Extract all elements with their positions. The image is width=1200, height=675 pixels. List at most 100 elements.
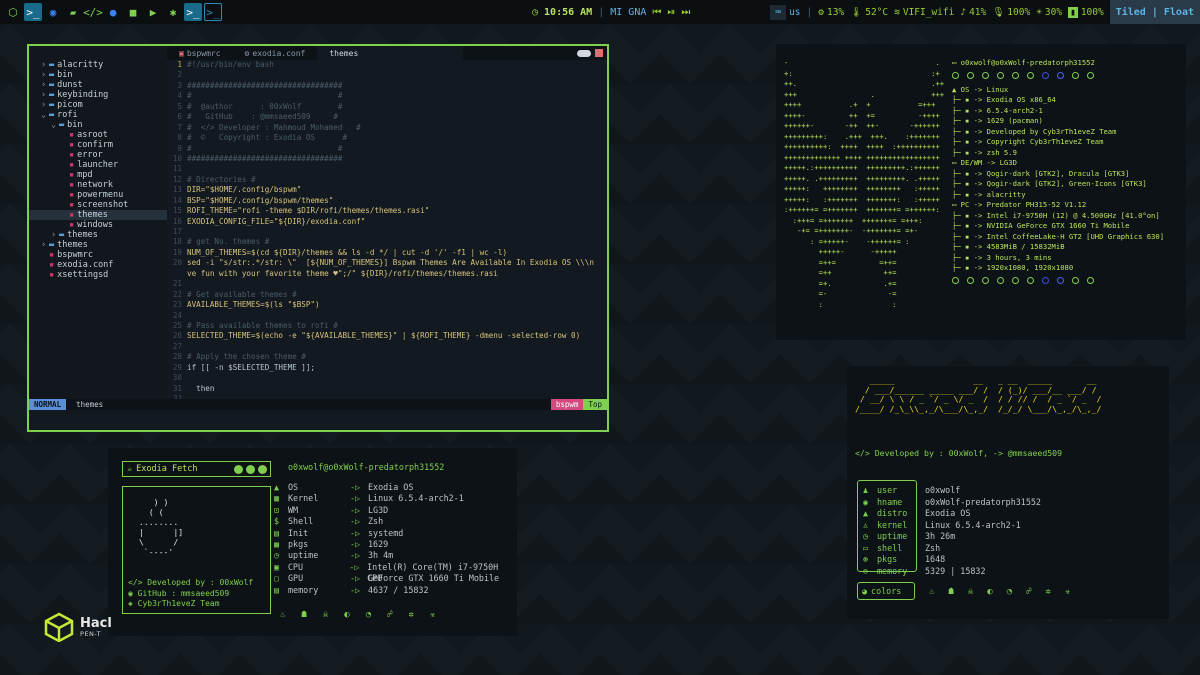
invader-icon: ☍ [1026,587,1032,597]
neofetch-terminal[interactable]: - . +: :+ ++. .++ +++ . +++ ++++ .+ + =+… [776,44,1186,340]
arrow: -▷ [350,550,361,561]
maximize-icon[interactable] [246,464,255,474]
alien-icon: ☗ [301,610,307,620]
editor-tabs: ▣ bspwmrc ⚙ exodia.conf themes [167,46,607,60]
tree-item[interactable]: › ▬ dunst [29,80,167,90]
tree-item[interactable]: ▪ windows [29,220,167,230]
fetch-key: CPU [287,561,304,572]
fetch-row: ⊡ WM -▷ LG3D [274,505,517,516]
credit-text: GitHub : mmsaeed509 [137,588,230,598]
tree-item[interactable]: ▪ launcher [29,160,167,170]
tree-item[interactable]: ⌄ ▬ rofi [29,110,167,120]
tree-item-label: bspwmrc [57,250,93,260]
fetch-row: ▢ GPU -▷ GeForce GTX 1660 Ti Mobile [274,573,517,584]
package-icon: ▩ [274,538,280,549]
tree-item[interactable]: ▪ error [29,150,167,160]
line-number: 29 [172,362,182,372]
fetch-value: GeForce GTX 1660 Ti Mobile [368,573,500,584]
fetch2-row: ◷ uptime 3h 26m [863,531,1041,543]
tree-item[interactable]: ▪ bspwmrc [29,250,167,260]
media-title[interactable]: MI GNA [610,7,646,18]
terminal-icon[interactable]: >_ [24,3,42,21]
terminal3-icon[interactable]: >_ [204,3,222,21]
chevron-right-icon: › [41,100,47,110]
close-icon[interactable] [258,464,267,474]
tree-branch: ├─ ▪ -> [952,147,987,157]
exodia-fetch-terminal[interactable]: ☕ Exodia Fetch ) ) ( ( ........ | |] \ /… [108,448,517,636]
code-area[interactable]: 1 #!/usr/bin/env bash 2 3 ##################… [167,60,607,400]
wifi-status[interactable]: ≋ VIFI_wifi [894,7,954,18]
tree-item[interactable]: › ▬ alacritty [29,60,167,70]
arrow: -▷ [350,527,361,538]
tab-exodia-conf[interactable]: ⚙ exodia.conf [233,46,318,60]
chat2-icon[interactable]: ■ [124,3,142,21]
code-icon[interactable]: </> [83,3,103,21]
toggle-icon[interactable] [577,49,591,57]
tree-item[interactable]: ⌄ ▬ bin [29,120,167,130]
tree-item-label: picom [57,100,83,110]
tree-item[interactable]: › ▬ bin [29,70,167,80]
code-text: ROFI_THEME="rofi -theme $DIR/rofi/themes… [187,206,430,216]
close-icon[interactable] [595,49,603,57]
next-icon[interactable]: ⏭ [681,7,690,18]
neofetch-row: ├─ ▪ -> Intel i7-9750H (12) @ 4.500GHz [… [952,211,1164,222]
brightness[interactable]: ☀ 30% [1036,7,1062,18]
logo-subtitle: PEN-T [80,629,102,638]
code-text: then [187,383,215,393]
minimize-icon[interactable] [234,464,243,474]
init-icon: ▤ [274,527,280,538]
fetch2-value: Linux 6.5.4-arch2-1 [925,519,1021,530]
tree-item[interactable]: ▪ confirm [29,140,167,150]
fetch2-value: o0xwolf [925,485,961,495]
line-number: 23 [172,300,182,310]
tree-item[interactable]: › ▬ picom [29,100,167,110]
color-dot [997,71,1004,79]
banner-fetch-terminal[interactable]: _____ __ _ __ _____ __ / ___/______ ____… [847,366,1169,619]
folder-icon: ▬ [59,230,65,240]
tree-item[interactable]: ▪ screenshot [29,200,167,210]
play-icon[interactable]: ⏯ [667,7,675,18]
tab-bspwmrc[interactable]: ▣ bspwmrc [167,46,233,60]
tree-item[interactable]: ▪ themes [29,210,167,220]
fetch2-key: pkgs [877,554,898,564]
exodia-logo-icon[interactable]: ⬡ [4,3,22,21]
chat-icon[interactable]: ● [104,3,122,21]
microphone[interactable]: 🎙 100% [992,7,1030,18]
code-text: #!/usr/bin/env bash [187,60,274,69]
code-text: NUM_OF_THEMES=$(cd ${DIR}/themes && ls -… [187,247,508,257]
tree-branch: ├─ ▪ -> [952,179,987,188]
tree-item[interactable]: › ▬ themes [29,240,167,250]
fetch2-key: hname [877,496,903,507]
settings-icon[interactable]: ✱ [164,3,182,21]
tree-item[interactable]: ▪ xsettingsd [29,270,167,280]
file-tree[interactable]: › ▬ alacritty › ▬ bin › ▬ dunst › ▬ keybinding › ▬ pic… [29,46,167,430]
tree-item[interactable]: ▪ powermenu [29,190,167,200]
code-text: ################################## [187,80,343,90]
tree-item[interactable]: › ▬ themes [29,230,167,240]
tree-item[interactable]: ▪ network [29,180,167,190]
tree-item[interactable]: ▪ mpd [29,170,167,180]
file-icon: ▪ [69,200,75,210]
fetch2-value: Zsh [925,542,941,553]
volume[interactable]: ♪ 41% [960,7,986,18]
keyboard-layout[interactable]: ⌨ us [770,4,801,20]
folder-icon[interactable]: ▰ [64,3,82,21]
media-icon[interactable]: ▶ [144,3,162,21]
code-editor-window[interactable]: › ▬ alacritty › ▬ bin › ▬ dunst › ▬ keybinding › ▬ pic… [27,44,609,432]
terminal2-icon[interactable]: >_ [184,3,202,21]
tree-item[interactable]: › ▬ keybinding [29,90,167,100]
firefox-icon[interactable]: ◉ [44,3,62,21]
tree-item[interactable]: ▪ asroot [29,130,167,140]
layout-mode[interactable]: Tiled | Float [1109,0,1200,24]
line-number: 13 [172,185,182,195]
tab-themes[interactable]: themes [317,46,464,60]
prev-icon[interactable]: ⏮ [652,7,661,18]
code-line: 15 ROFI_THEME="rofi -theme $DIR/rofi/them… [167,206,607,216]
fetch2-value: Exodia OS [925,508,971,518]
command-line[interactable] [29,410,607,430]
code-text: ve fun with your favorite theme ♥";/" ${… [187,268,498,278]
folder-icon: ▬ [49,240,55,250]
tree-item[interactable]: ▪ exodia.conf [29,260,167,270]
neofetch-value: Intel i7-9750H (12) @ 4.500GHz [41.0°on] [986,210,1160,220]
line-number: 12 [172,174,182,184]
